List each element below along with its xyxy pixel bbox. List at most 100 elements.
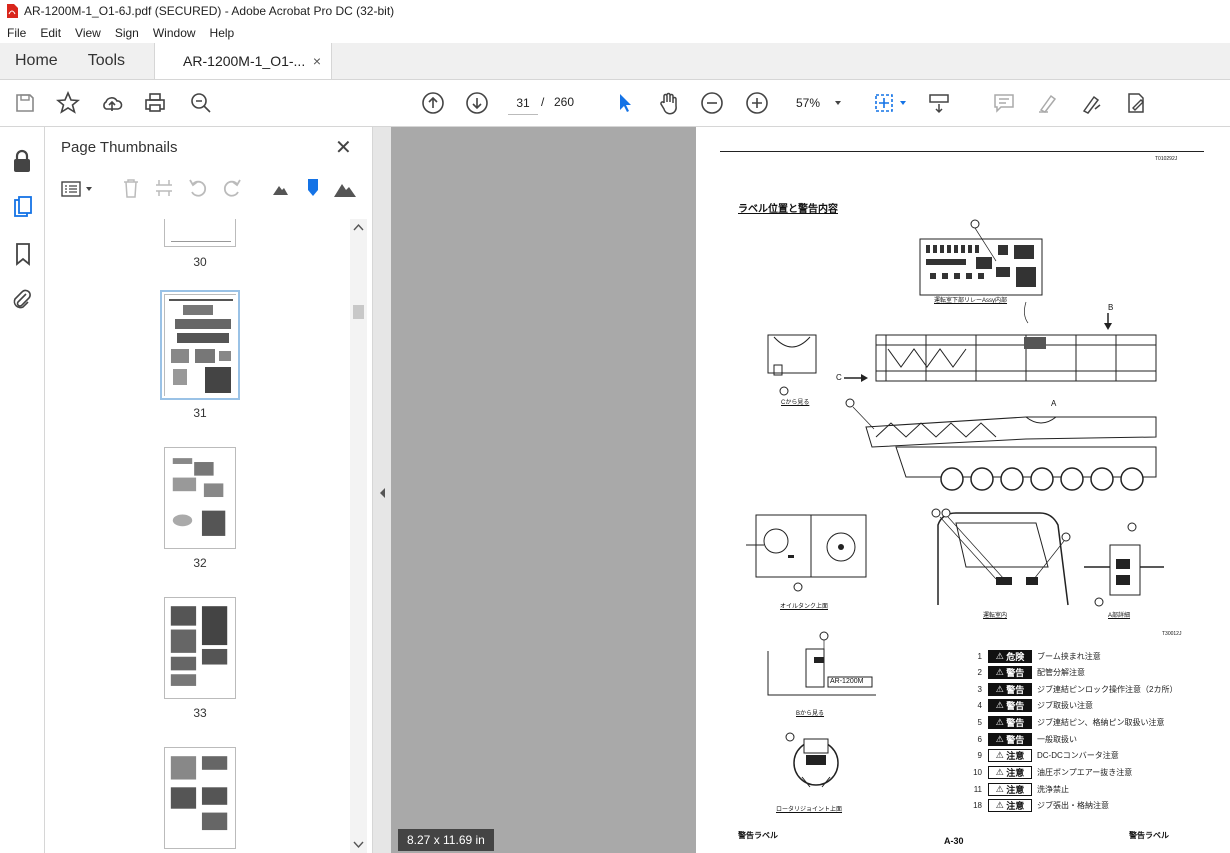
- tab-tools[interactable]: Tools: [73, 43, 140, 79]
- warning-badge: ⚠ 警告: [988, 733, 1032, 746]
- menu-view[interactable]: View: [75, 26, 101, 40]
- attachment-paperclip-icon[interactable]: [11, 287, 33, 311]
- view-c-caption: Cから見る: [781, 400, 810, 406]
- warning-triangle-icon: ⚠: [995, 667, 1007, 677]
- crane-label-diagram: [746, 219, 1164, 788]
- label-list-item: 11 ⚠ 注意 洗浄禁止: [970, 782, 1069, 797]
- thumbnail-label: 30: [193, 255, 207, 269]
- select-cursor-icon[interactable]: [613, 91, 637, 115]
- menu-help[interactable]: Help: [210, 26, 235, 40]
- collapse-left-arrow-icon[interactable]: [378, 487, 386, 499]
- thumbnail-page[interactable]: [164, 219, 236, 247]
- label-list-item: 2 ⚠ 警告 配管分解注意: [970, 665, 1085, 680]
- warning-triangle-icon: ⚠: [995, 784, 1007, 794]
- thumbnail-page[interactable]: [164, 597, 236, 699]
- left-rail: [0, 127, 45, 853]
- label-description: ジブ連結ピン、格納ピン取扱い注意: [1037, 718, 1165, 727]
- zoom-search-icon[interactable]: [189, 91, 213, 115]
- thumbnail-page[interactable]: [164, 747, 236, 849]
- zoom-in-icon[interactable]: [745, 91, 769, 115]
- warning-badge: ⚠ 警告: [988, 666, 1032, 679]
- badge-text: 注意: [1006, 751, 1025, 761]
- label-description: ジブ張出・格納注意: [1037, 801, 1109, 810]
- badge-text: 警告: [1006, 685, 1025, 695]
- label-list-item: 10 ⚠ 注意 油圧ポンプエアー抜き注意: [970, 765, 1132, 780]
- tab-document[interactable]: AR-1200M-1_O1-... ×: [154, 43, 333, 79]
- label-description: 洗浄禁止: [1037, 785, 1069, 794]
- caution-badge: ⚠ 注意: [988, 766, 1032, 779]
- label-description: ジブ取扱い注意: [1037, 701, 1093, 710]
- thumbnail-page[interactable]: [164, 447, 236, 549]
- label-list-item: 4 ⚠ 警告 ジブ取扱い注意: [970, 698, 1093, 713]
- previous-page-icon[interactable]: [421, 91, 445, 115]
- rotate-counterclockwise-icon[interactable]: [187, 177, 209, 199]
- thumbnail-options-icon[interactable]: [60, 179, 96, 199]
- delete-page-icon[interactable]: [120, 177, 142, 199]
- thumbnail-scrollbar[interactable]: [350, 219, 367, 853]
- fill-sign-icon[interactable]: [1124, 91, 1148, 115]
- badge-text: 警告: [1006, 668, 1025, 678]
- fit-page-icon[interactable]: [872, 91, 896, 115]
- thumbnail-label: 31: [193, 406, 207, 420]
- scrollbar-thumb[interactable]: [353, 305, 364, 319]
- zoom-level-input[interactable]: 57%: [786, 91, 830, 115]
- badge-text: 警告: [1006, 735, 1025, 745]
- label-number: 5: [977, 718, 982, 727]
- label-number: 3: [977, 685, 982, 694]
- menu-edit[interactable]: Edit: [40, 26, 61, 40]
- scroll-mode-icon[interactable]: [927, 91, 951, 115]
- warning-badge: ⚠ 警告: [988, 716, 1032, 729]
- zoom-dropdown-chevron-icon[interactable]: [832, 97, 844, 109]
- lock-icon[interactable]: [11, 149, 33, 173]
- thumbnail-page-selected[interactable]: [160, 290, 240, 400]
- zoom-out-icon[interactable]: [700, 91, 724, 115]
- page-thumbnails-icon[interactable]: [12, 195, 34, 219]
- menu-file[interactable]: File: [7, 26, 26, 40]
- hand-tool-icon[interactable]: [656, 91, 680, 115]
- label-number: 9: [977, 751, 982, 760]
- star-bookmark-icon[interactable]: [56, 91, 80, 115]
- highlight-pen-icon[interactable]: [1036, 91, 1060, 115]
- label-number: 1: [977, 652, 982, 661]
- save-icon[interactable]: [13, 91, 37, 115]
- tab-document-label: AR-1200M-1_O1-...: [183, 53, 306, 69]
- thumbnail-larger-icon[interactable]: [333, 179, 357, 199]
- warning-triangle-icon: ⚠: [995, 750, 1007, 760]
- tab-bar: Home Tools AR-1200M-1_O1-... ×: [0, 43, 1230, 80]
- comment-icon[interactable]: [992, 91, 1016, 115]
- warning-triangle-icon: ⚠: [995, 800, 1007, 810]
- menu-sign[interactable]: Sign: [115, 26, 139, 40]
- tab-home[interactable]: Home: [0, 43, 73, 79]
- thumbnail-slider-icon[interactable]: [304, 177, 322, 199]
- print-icon[interactable]: [143, 91, 167, 115]
- page-total: 260: [554, 95, 575, 109]
- badge-text: 警告: [1006, 718, 1025, 728]
- caution-badge: ⚠ 注意: [988, 799, 1032, 812]
- panel-collapse-strip[interactable]: [373, 127, 391, 853]
- scroll-down-arrow-icon[interactable]: [353, 841, 364, 849]
- page-number-input[interactable]: 31: [508, 91, 538, 115]
- fit-dropdown-chevron-icon[interactable]: [897, 97, 909, 109]
- close-panel-icon[interactable]: ✕: [335, 135, 352, 160]
- letter-a: A: [1051, 399, 1057, 408]
- rotate-clockwise-icon[interactable]: [221, 177, 243, 199]
- sign-pen-icon[interactable]: [1080, 91, 1104, 115]
- upload-cloud-icon[interactable]: [100, 91, 124, 115]
- warning-triangle-icon: ⚠: [995, 700, 1007, 710]
- a-section-caption: A部詳細: [1108, 613, 1131, 619]
- letter-b: B: [1108, 303, 1114, 312]
- extract-page-icon[interactable]: [153, 177, 175, 199]
- thumbnail-smaller-icon[interactable]: [271, 181, 289, 197]
- rotary-caption: ロータリジョイント上面: [776, 807, 843, 813]
- pdf-file-icon: [7, 4, 18, 18]
- warning-triangle-icon: ⚠: [995, 684, 1007, 694]
- bookmark-icon[interactable]: [13, 242, 33, 266]
- page-size-indicator: 8.27 x 11.69 in: [398, 829, 494, 851]
- next-page-icon[interactable]: [465, 91, 489, 115]
- label-list-item: 5 ⚠ 警告 ジブ連結ピン、格納ピン取扱い注意: [970, 715, 1165, 730]
- menu-window[interactable]: Window: [153, 26, 196, 40]
- scroll-up-arrow-icon[interactable]: [353, 223, 364, 231]
- close-tab-icon[interactable]: ×: [313, 53, 321, 69]
- panel-title: Page Thumbnails: [61, 139, 178, 156]
- label-list-item: 18 ⚠ 注意 ジブ張出・格納注意: [970, 798, 1109, 813]
